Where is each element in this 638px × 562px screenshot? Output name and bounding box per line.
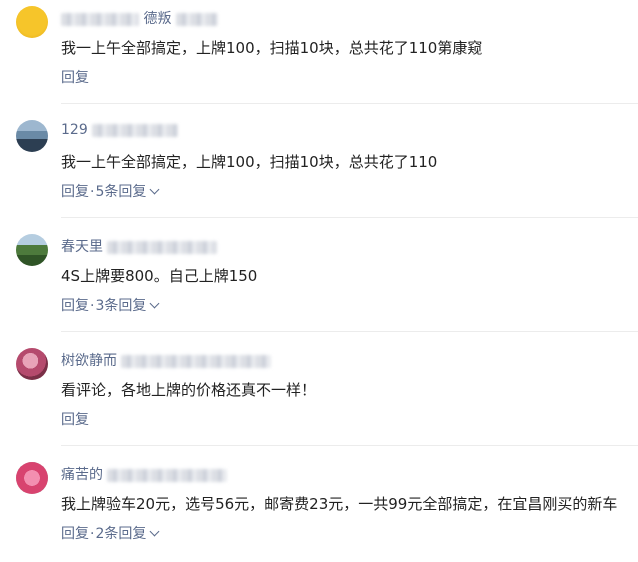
avatar[interactable] (16, 120, 48, 152)
comment-actions: 回复·3条回复 (61, 295, 160, 315)
redacted-name (121, 354, 272, 368)
divider (61, 217, 638, 218)
reply-button[interactable]: 回复 (61, 184, 89, 200)
username[interactable]: 春天里 (61, 236, 218, 256)
comment-actions: 回复·2条回复 (61, 523, 160, 543)
redacted-name (107, 240, 218, 254)
divider (61, 445, 638, 446)
comment-text: 看评论，各地上牌的价格还真不一样！ (61, 381, 317, 399)
reply-button[interactable]: 回复 (61, 412, 89, 428)
view-replies-button[interactable]: 3条回复 (95, 298, 160, 314)
username[interactable]: 德叛 (61, 8, 218, 28)
comment-actions: 回复 (61, 409, 89, 429)
username[interactable]: 痛苦的 (61, 464, 228, 484)
comment-text: 我一上午全部搞定，上牌100，扫描10块，总共花了110第康窥 (61, 39, 483, 57)
avatar[interactable] (16, 234, 48, 266)
comment-text: 4S上牌要800。自己上牌150 (61, 267, 258, 285)
view-replies-button[interactable]: 5条回复 (95, 184, 160, 200)
chevron-down-icon (149, 526, 160, 537)
avatar[interactable] (16, 462, 48, 494)
view-replies-button[interactable]: 2条回复 (95, 526, 160, 542)
username[interactable]: 树欲静而 (61, 350, 272, 370)
avatar[interactable] (16, 6, 48, 38)
avatar[interactable] (16, 348, 48, 380)
comment-text: 我上牌验车20元，选号56元，邮寄费23元，一共99元全部搞定，在宜昌刚买的新车 (61, 495, 618, 513)
chevron-down-icon (149, 298, 160, 309)
redacted-name (107, 468, 228, 482)
comment-text: 我一上午全部搞定，上牌100，扫描10块，总共花了110 (61, 153, 438, 171)
redacted-name (61, 12, 139, 26)
redacted-name (175, 12, 218, 26)
divider (61, 103, 638, 104)
reply-button[interactable]: 回复 (61, 298, 89, 314)
divider (61, 331, 638, 332)
redacted-name (92, 123, 179, 137)
chevron-down-icon (149, 184, 160, 195)
comment-actions: 回复 (61, 67, 89, 87)
comment-actions: 回复·5条回复 (61, 181, 160, 201)
reply-button[interactable]: 回复 (61, 526, 89, 542)
username[interactable]: 129 (61, 122, 179, 138)
reply-button[interactable]: 回复 (61, 70, 89, 86)
